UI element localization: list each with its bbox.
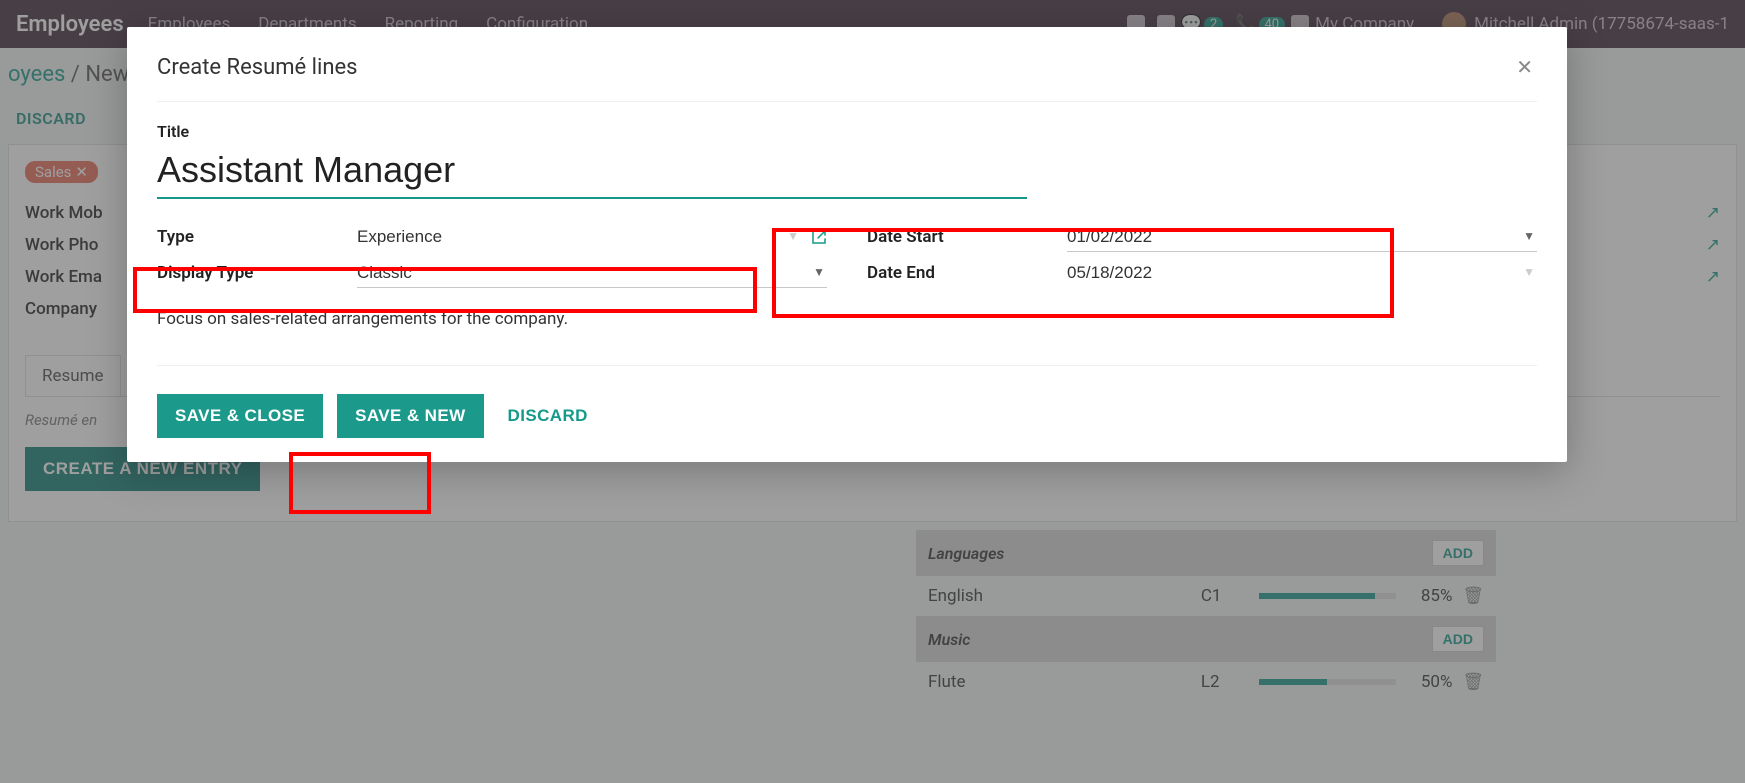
date-start-input[interactable] <box>1067 223 1537 252</box>
type-label: Type <box>157 227 357 247</box>
date-end-input[interactable] <box>1067 259 1537 287</box>
title-label: Title <box>157 122 1537 141</box>
close-icon[interactable]: ✕ <box>1512 51 1537 83</box>
display-type-label: Display Type <box>157 263 357 283</box>
external-link-icon[interactable] <box>811 229 827 245</box>
create-resume-modal: Create Resumé lines ✕ Title Type ▼ Displ… <box>127 27 1567 462</box>
description-text[interactable]: Focus on sales-related arrangements for … <box>157 309 1537 329</box>
type-select[interactable] <box>357 223 801 251</box>
date-end-label: Date End <box>867 263 1067 283</box>
title-input[interactable] <box>157 145 1027 199</box>
date-start-label: Date Start <box>867 227 1067 247</box>
discard-button[interactable]: DISCARD <box>498 394 598 438</box>
save-new-button[interactable]: SAVE & NEW <box>337 394 483 438</box>
save-close-button[interactable]: SAVE & CLOSE <box>157 394 323 438</box>
display-type-select[interactable] <box>357 259 827 288</box>
modal-title: Create Resumé lines <box>157 55 358 80</box>
